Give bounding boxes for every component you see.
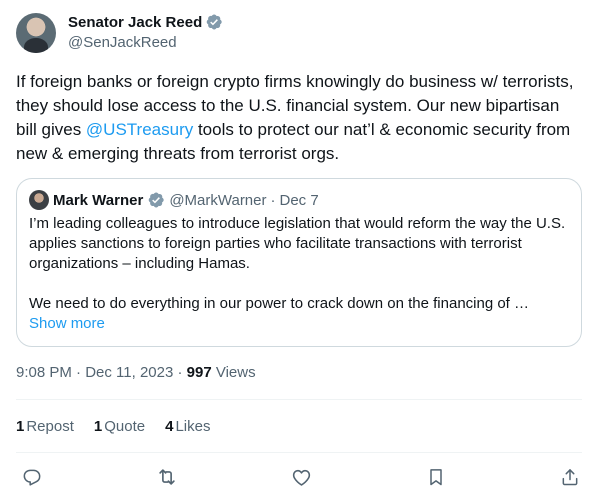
heart-icon xyxy=(292,469,310,486)
likes-count: 4 xyxy=(165,417,174,435)
reposts-stat[interactable]: 1 Repost xyxy=(16,418,74,435)
engagement-stats: 1 Repost 1 Quote 4 Likes xyxy=(16,400,582,452)
reply-icon xyxy=(23,469,41,486)
quote-separator: · xyxy=(270,191,276,209)
likes-stat[interactable]: 4 Likes xyxy=(165,418,210,435)
quote-header: Mark Warner @MarkWarner · Dec 7 xyxy=(29,190,569,210)
action-bar xyxy=(16,453,582,498)
like-button[interactable] xyxy=(289,465,313,489)
tweet-text: If foreign banks or foreign crypto firms… xyxy=(16,70,582,166)
quote-body: I’m leading colleagues to introduce legi… xyxy=(29,214,569,314)
bookmark-button[interactable] xyxy=(424,465,448,489)
reposts-label: Repost xyxy=(26,417,74,435)
quote-paragraph-gap xyxy=(29,274,569,294)
author-handle[interactable]: @SenJackReed xyxy=(68,34,223,51)
author-avatar[interactable] xyxy=(16,13,56,53)
tweet-meta: 9:08 PM · Dec 11, 2023 · 997 Views xyxy=(16,363,582,383)
display-name-line: Senator Jack Reed xyxy=(68,12,223,32)
quotes-count: 1 xyxy=(93,417,103,435)
author-display-name[interactable]: Senator Jack Reed xyxy=(68,14,202,31)
share-button[interactable] xyxy=(558,465,582,489)
share-icon xyxy=(562,469,578,486)
repost-button[interactable] xyxy=(155,465,179,489)
quote-paragraph: We need to do everything in our power to… xyxy=(29,295,530,312)
quote-paragraph: I’m leading colleagues to introduce legi… xyxy=(29,215,566,272)
quote-handle: @MarkWarner xyxy=(169,191,267,209)
views-count: 997 xyxy=(186,364,212,381)
quoted-tweet[interactable]: Mark Warner @MarkWarner · Dec 7 I’m lead… xyxy=(16,178,582,347)
quotes-label: Quote xyxy=(104,417,146,435)
reply-button[interactable] xyxy=(20,465,44,489)
quote-avatar xyxy=(29,190,49,210)
reposts-count: 1 xyxy=(16,417,25,435)
repost-icon xyxy=(158,469,175,485)
bookmark-icon xyxy=(429,469,442,486)
views-label: Views xyxy=(211,364,256,381)
mention-link[interactable]: @USTreasury xyxy=(86,120,193,139)
tweet-timestamp[interactable]: 9:08 PM · Dec 11, 2023 · xyxy=(16,364,187,381)
verified-badge-icon[interactable] xyxy=(205,13,223,31)
verified-badge-icon xyxy=(147,191,165,209)
likes-label: Likes xyxy=(175,417,211,435)
tweet: Senator Jack Reed @SenJackReed If foreig… xyxy=(16,8,582,498)
show-more-link[interactable]: Show more xyxy=(29,314,569,334)
quote-date: Dec 7 xyxy=(279,191,319,209)
quote-display-name: Mark Warner xyxy=(53,191,144,209)
author-row: Senator Jack Reed @SenJackReed xyxy=(16,8,582,60)
quotes-stat[interactable]: 1 Quote xyxy=(94,418,145,435)
author-info: Senator Jack Reed @SenJackReed xyxy=(68,12,223,51)
